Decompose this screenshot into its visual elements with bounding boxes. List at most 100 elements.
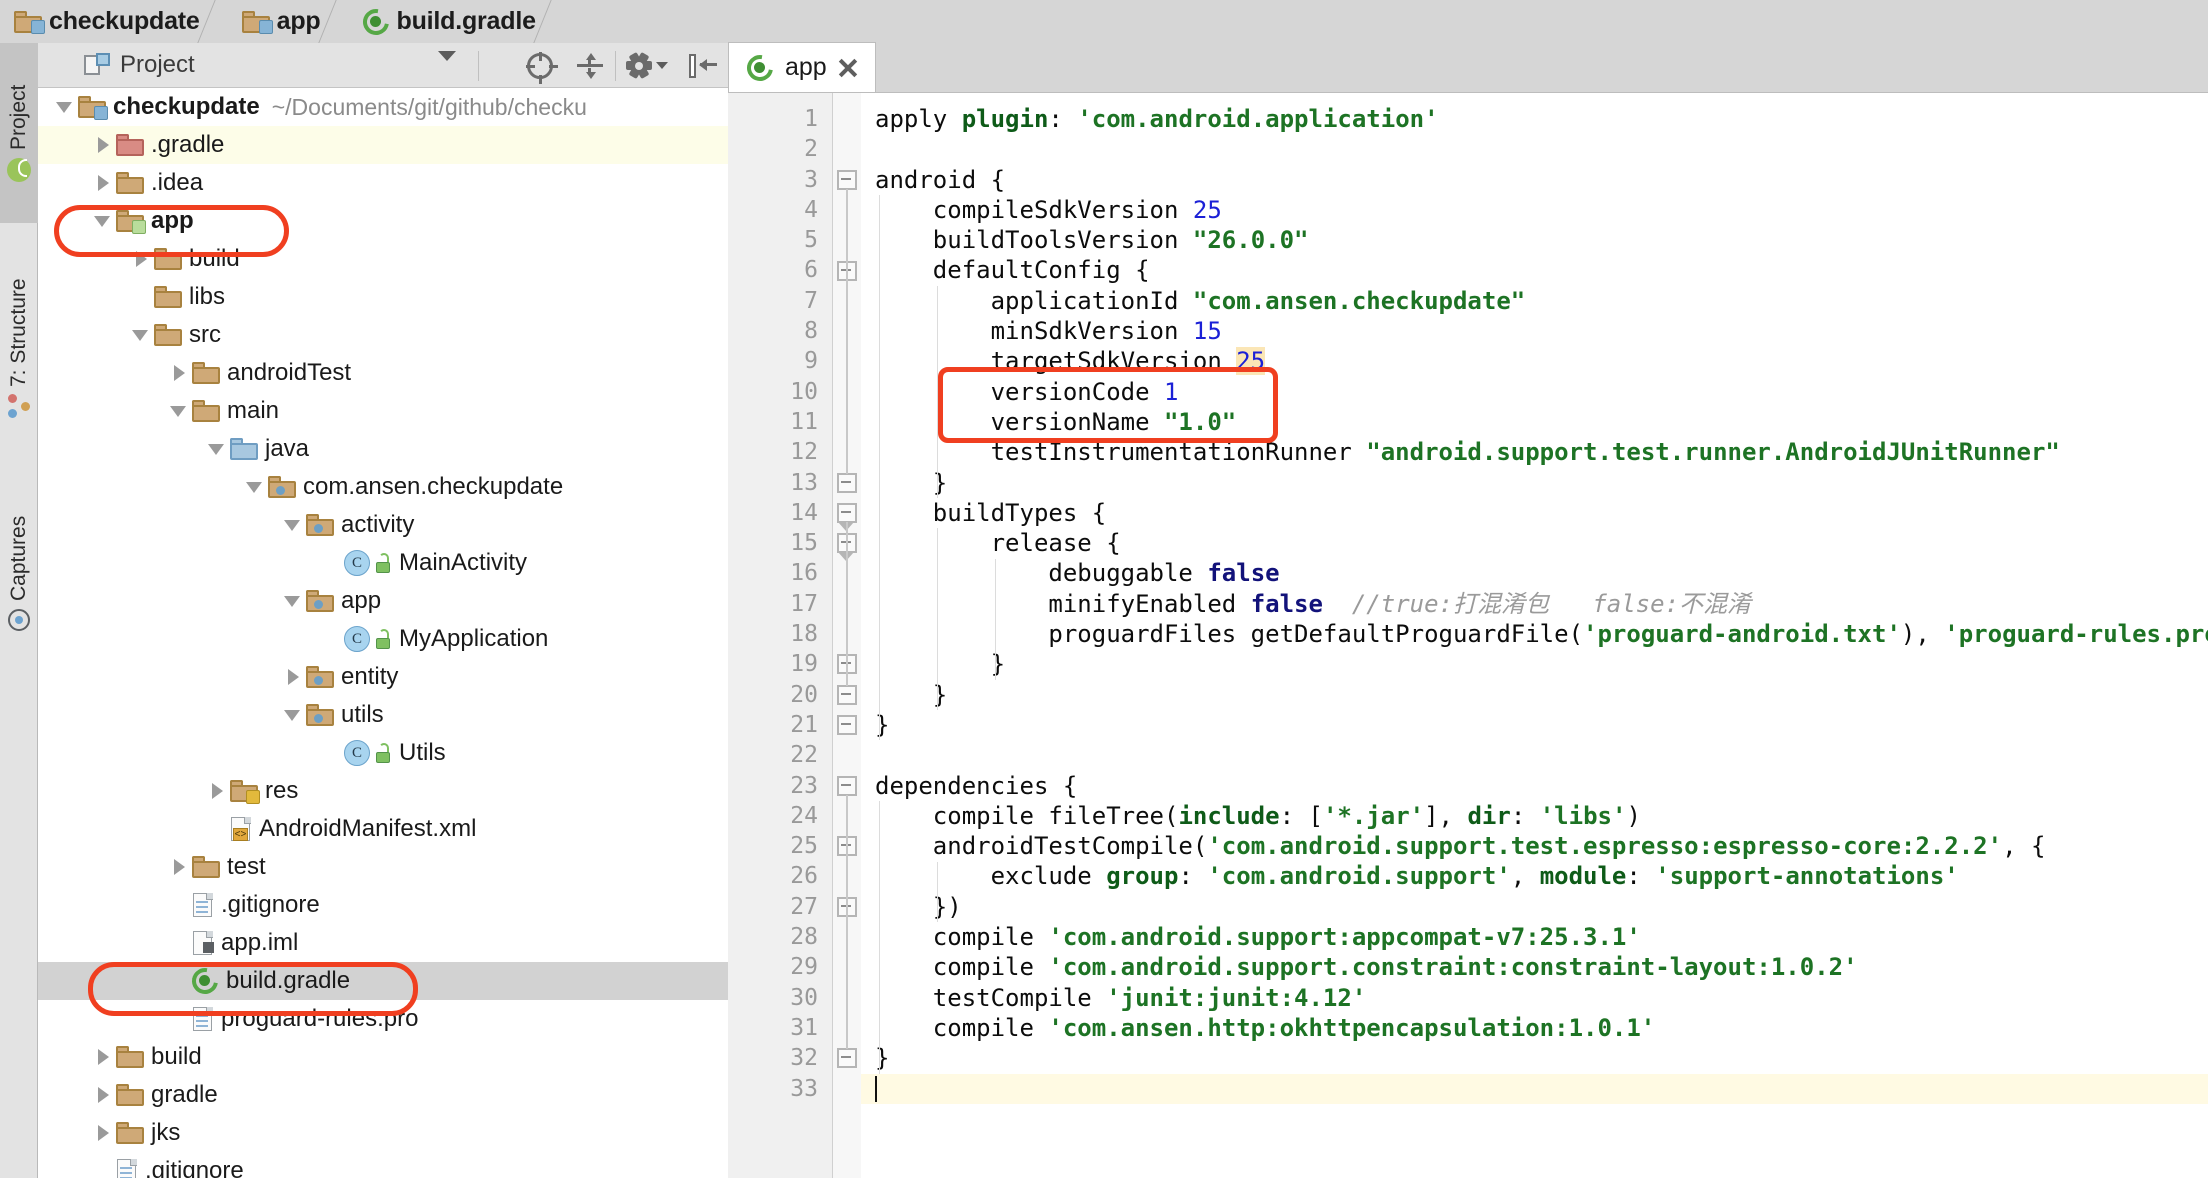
code-line[interactable]: }: [861, 1043, 2208, 1073]
tree-node-utils[interactable]: CUtils: [38, 734, 728, 772]
fold-marker[interactable]: [837, 170, 857, 190]
tree-node-androidmanifest-xml[interactable]: <>AndroidManifest.xml: [38, 810, 728, 848]
code-line[interactable]: proguardFiles getDefaultProguardFile('pr…: [861, 619, 2208, 649]
code-line[interactable]: }: [861, 680, 2208, 710]
code-line[interactable]: exclude group: 'com.android.support', mo…: [861, 861, 2208, 891]
chevron-right-icon[interactable]: [166, 854, 192, 880]
tree-node-gradle[interactable]: gradle: [38, 1076, 728, 1114]
code-line[interactable]: targetSdkVersion 25: [861, 346, 2208, 376]
code-content[interactable]: apply plugin: 'com.android.application' …: [861, 93, 2208, 1178]
chevron-right-icon[interactable]: [204, 778, 230, 804]
code-line[interactable]: buildTypes {: [861, 498, 2208, 528]
code-line[interactable]: }): [861, 892, 2208, 922]
chevron-down-icon[interactable]: [166, 398, 192, 424]
chevron-down-icon[interactable]: [280, 702, 306, 728]
code-line[interactable]: applicationId "com.ansen.checkupdate": [861, 286, 2208, 316]
code-line[interactable]: buildToolsVersion "26.0.0": [861, 225, 2208, 255]
tree-node-res[interactable]: res: [38, 772, 728, 810]
tree-node-build-gradle[interactable]: build.gradle: [38, 962, 728, 1000]
code-line[interactable]: testInstrumentationRunner "android.suppo…: [861, 437, 2208, 467]
tree-node-app[interactable]: app: [38, 582, 728, 620]
code-line[interactable]: testCompile 'junit:junit:4.12': [861, 983, 2208, 1013]
chevron-right-icon[interactable]: [90, 1082, 116, 1108]
tree-node-mainactivity[interactable]: CMainActivity: [38, 544, 728, 582]
chevron-right-icon[interactable]: [90, 1044, 116, 1070]
collapse-all-button[interactable]: [565, 43, 615, 88]
fold-marker[interactable]: [837, 685, 857, 705]
hide-panel-button[interactable]: [678, 43, 728, 88]
tool-button-structure[interactable]: 7: Structure: [0, 229, 38, 467]
code-line[interactable]: [861, 134, 2208, 164]
code-line[interactable]: compile 'com.ansen.http:okhttpencapsulat…: [861, 1013, 2208, 1043]
code-line[interactable]: compile 'com.android.support:appcompat-v…: [861, 922, 2208, 952]
tree-node-build[interactable]: build: [38, 240, 728, 278]
close-icon[interactable]: [837, 57, 859, 79]
code-line[interactable]: compileSdkVersion 25: [861, 195, 2208, 225]
chevron-right-icon[interactable]: [166, 360, 192, 386]
tree-node-activity[interactable]: activity: [38, 506, 728, 544]
chevron-down-icon[interactable]: [90, 208, 116, 234]
tree-node--gradle[interactable]: .gradle: [38, 126, 728, 164]
fold-marker[interactable]: [837, 473, 857, 493]
code-line[interactable]: [861, 1074, 2208, 1104]
tree-node-com-ansen-checkupdate[interactable]: com.ansen.checkupdate: [38, 468, 728, 506]
settings-button[interactable]: [616, 43, 678, 88]
chevron-down-icon[interactable]: [204, 436, 230, 462]
chevron-down-icon[interactable]: [280, 512, 306, 538]
tool-button-captures[interactable]: Captures: [0, 473, 38, 673]
code-line[interactable]: dependencies {: [861, 771, 2208, 801]
tree-node-proguard-rules-pro[interactable]: proguard-rules.pro: [38, 1000, 728, 1038]
breadcrumb-item-project[interactable]: checkupdate: [0, 0, 202, 43]
chevron-right-icon[interactable]: [128, 246, 154, 272]
tree-node-utils[interactable]: utils: [38, 696, 728, 734]
chevron-down-icon[interactable]: [280, 588, 306, 614]
fold-marker[interactable]: [837, 776, 857, 796]
code-line[interactable]: [861, 740, 2208, 770]
code-line[interactable]: }: [861, 468, 2208, 498]
fold-marker[interactable]: [837, 503, 857, 523]
tree-node-app[interactable]: app: [38, 202, 728, 240]
tree-node-java[interactable]: java: [38, 430, 728, 468]
fold-marker[interactable]: [837, 1048, 857, 1068]
tree-node--gitignore[interactable]: .gitignore: [38, 886, 728, 924]
code-line[interactable]: android {: [861, 165, 2208, 195]
chevron-down-icon[interactable]: [128, 322, 154, 348]
code-line[interactable]: }: [861, 710, 2208, 740]
tree-node-checkupdate[interactable]: checkupdate~/Documents/git/github/checku: [38, 88, 728, 126]
chevron-down-icon[interactable]: [242, 474, 268, 500]
code-line[interactable]: versionCode 1: [861, 377, 2208, 407]
breadcrumb-item-module[interactable]: app: [228, 0, 323, 43]
chevron-right-icon[interactable]: [90, 1120, 116, 1146]
tree-node-libs[interactable]: libs: [38, 278, 728, 316]
tree-node-myapplication[interactable]: CMyApplication: [38, 620, 728, 658]
chevron-right-icon[interactable]: [90, 132, 116, 158]
code-line[interactable]: versionName "1.0": [861, 407, 2208, 437]
code-editor[interactable]: 1234567891011121314151617181920212223242…: [728, 93, 2208, 1178]
project-tree[interactable]: checkupdate~/Documents/git/github/checku…: [38, 88, 728, 1178]
code-line[interactable]: compile fileTree(include: ['*.jar'], dir…: [861, 801, 2208, 831]
tree-node-androidtest[interactable]: androidTest: [38, 354, 728, 392]
tree-node-build[interactable]: build: [38, 1038, 728, 1076]
tree-node-src[interactable]: src: [38, 316, 728, 354]
fold-marker[interactable]: [837, 715, 857, 735]
tool-button-project[interactable]: Project: [0, 43, 38, 223]
code-line[interactable]: compile 'com.android.support.constraint:…: [861, 952, 2208, 982]
chevron-right-icon[interactable]: [90, 170, 116, 196]
tree-node--idea[interactable]: .idea: [38, 164, 728, 202]
code-folding-gutter[interactable]: [833, 93, 861, 1178]
breadcrumb-item-file[interactable]: build.gradle: [349, 0, 538, 43]
chevron-down-icon[interactable]: [438, 61, 456, 79]
code-line[interactable]: debuggable false: [861, 558, 2208, 588]
tree-node-test[interactable]: test: [38, 848, 728, 886]
tree-node-main[interactable]: main: [38, 392, 728, 430]
code-line[interactable]: defaultConfig {: [861, 255, 2208, 285]
tree-node-jks[interactable]: jks: [38, 1114, 728, 1152]
code-line[interactable]: androidTestCompile('com.android.support.…: [861, 831, 2208, 861]
code-line[interactable]: minifyEnabled false //true:打混淆包 false:不混…: [861, 589, 2208, 619]
editor-tab-app[interactable]: app: [728, 42, 876, 92]
chevron-down-icon[interactable]: [52, 94, 78, 120]
tree-node-entity[interactable]: entity: [38, 658, 728, 696]
code-line[interactable]: }: [861, 649, 2208, 679]
code-line[interactable]: apply plugin: 'com.android.application': [861, 104, 2208, 134]
code-line[interactable]: release {: [861, 528, 2208, 558]
